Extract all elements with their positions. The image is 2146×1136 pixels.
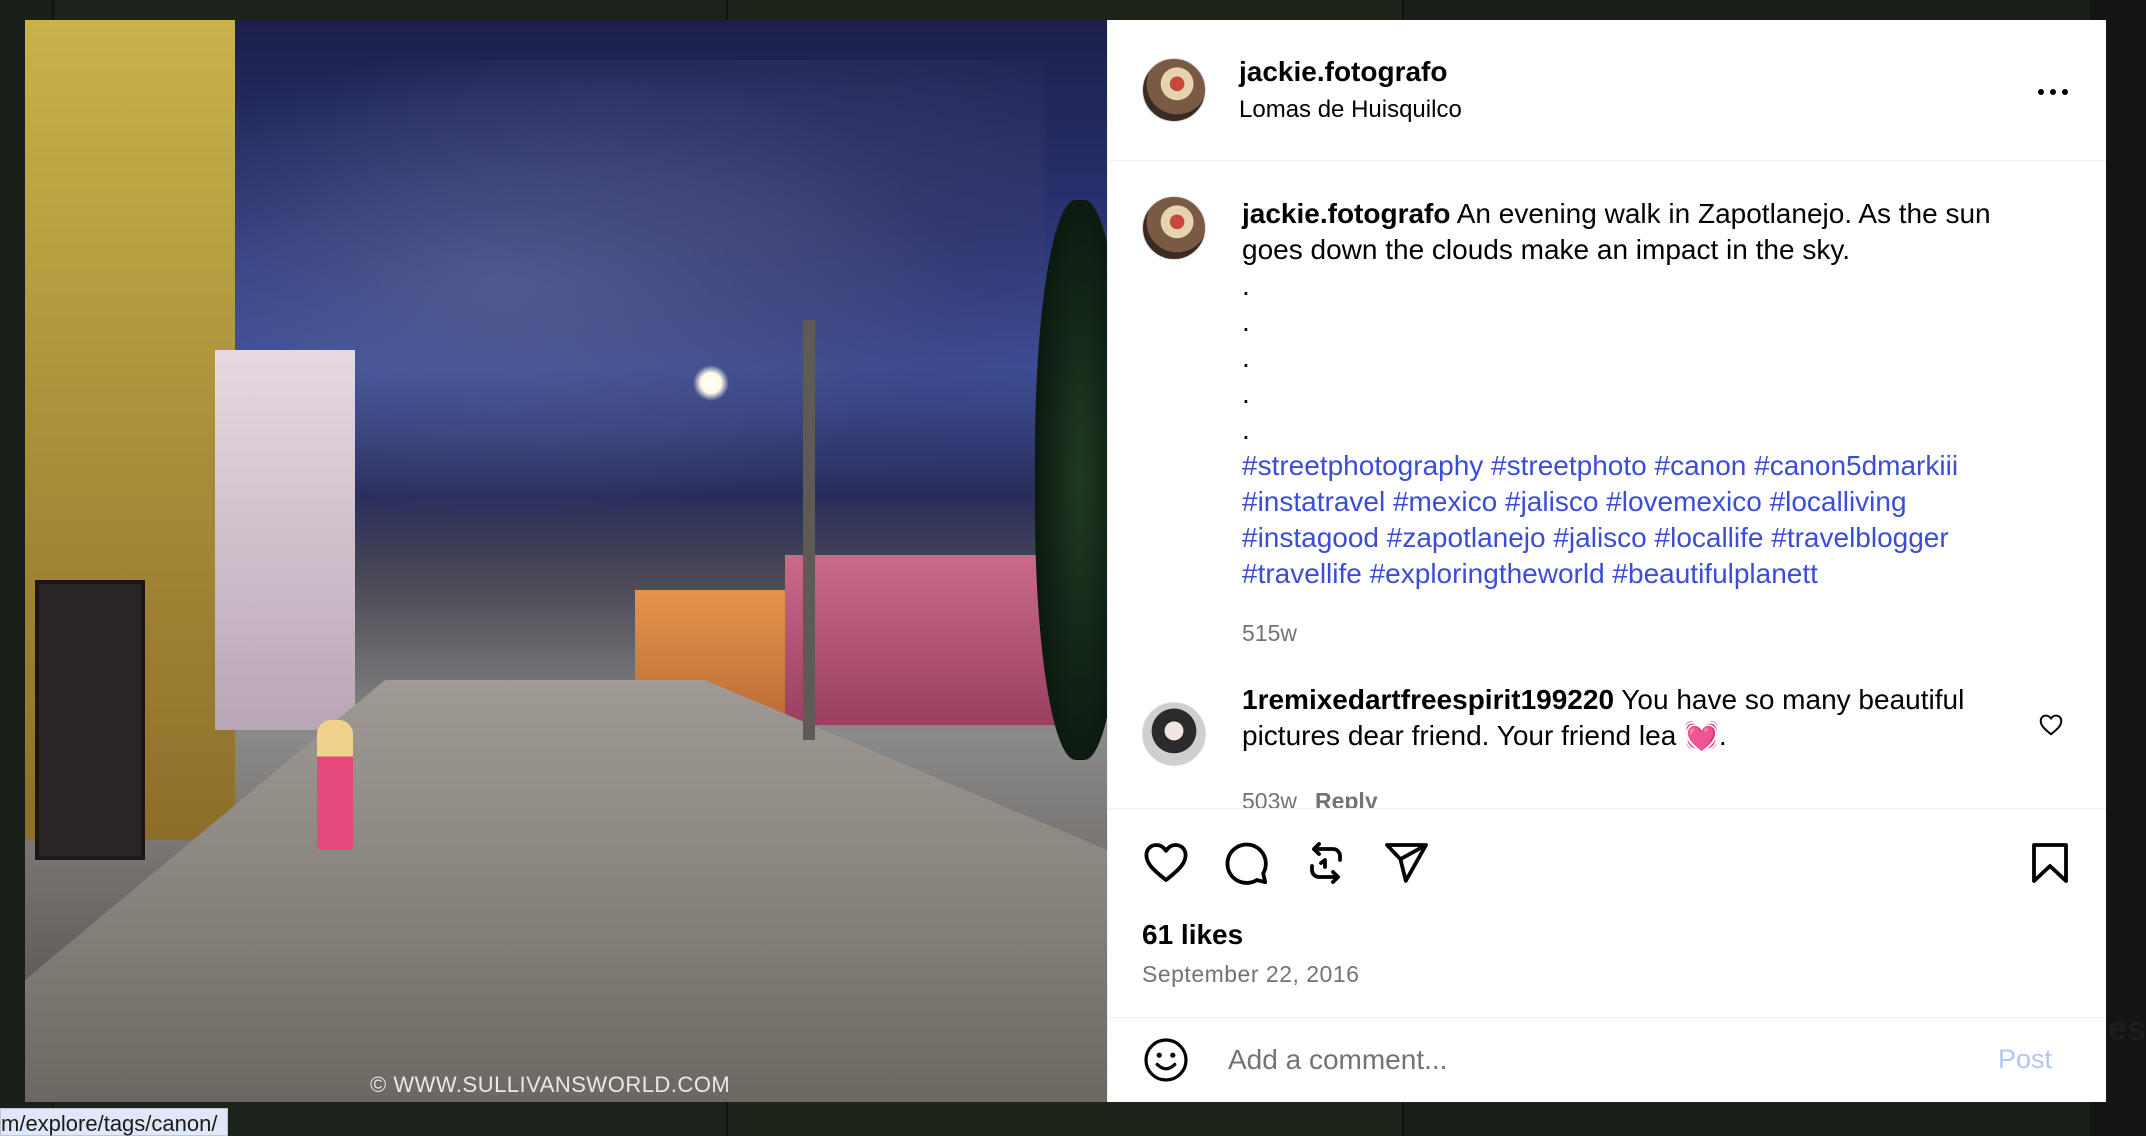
photo-street-lamp [693, 365, 729, 401]
comments-section[interactable]: jackie.fotografo An evening walk in Zapo… [1108, 162, 2106, 808]
more-options-button[interactable] [2028, 74, 2078, 110]
author-username[interactable]: jackie.fotografo [1239, 56, 1447, 88]
caption-timestamp[interactable]: 515w [1242, 620, 1297, 647]
more-icon-dot [2050, 89, 2056, 95]
photo-watermark: © WWW.SULLIVANSWORLD.COM [370, 1072, 731, 1097]
caption-dots: . . . . . [1242, 268, 2042, 448]
commenter-avatar[interactable] [1142, 702, 1206, 766]
add-comment-bar: Post [1108, 1018, 2106, 1102]
more-icon [2038, 89, 2044, 95]
likes-count[interactable]: 61 likes [1142, 919, 1243, 951]
more-icon-dot [2062, 89, 2068, 95]
reply-button[interactable]: Reply [1315, 788, 1378, 808]
photo-door [35, 580, 145, 860]
post-header: jackie.fotografo Lomas de Huisquilco [1108, 20, 2106, 161]
photo-child [317, 720, 353, 850]
caption-dot: . [1242, 342, 1250, 373]
comment-meta: 503w Reply [1242, 788, 1378, 808]
caption-dot: . [1242, 270, 1250, 301]
comment-item: 1remixedartfreespirit199220 You have so … [1242, 682, 2002, 754]
post-caption: jackie.fotografo An evening walk in Zapo… [1242, 196, 2042, 592]
caption-dot: . [1242, 414, 1250, 445]
caption-author-avatar[interactable] [1142, 196, 1206, 260]
post-modal: © WWW.SULLIVANSWORLD.COM jackie.fotograf… [25, 20, 2106, 1102]
comment-like-icon[interactable] [2038, 712, 2064, 738]
post-date[interactable]: September 22, 2016 [1142, 961, 1359, 988]
author-avatar[interactable] [1142, 58, 1206, 122]
caption-dot: . [1242, 378, 1250, 409]
post-actions: 61 likes September 22, 2016 [1108, 808, 2106, 1018]
commenter-username[interactable]: 1remixedartfreespirit199220 [1242, 684, 1614, 715]
comment-timestamp[interactable]: 503w [1242, 788, 1297, 808]
heart-icon[interactable] [1142, 839, 1190, 887]
share-icon[interactable] [1382, 839, 1430, 887]
post-comment-button[interactable]: Post [1998, 1044, 2052, 1075]
emoji-icon[interactable] [1142, 1036, 1190, 1084]
caption-hashtags[interactable]: #streetphotography #streetphoto #canon #… [1242, 448, 2042, 592]
post-photo[interactable]: © WWW.SULLIVANSWORLD.COM [25, 20, 1107, 1102]
photo-lamp-pole [803, 320, 815, 740]
post-side-panel: jackie.fotografo Lomas de Huisquilco jac… [1107, 20, 2106, 1102]
photo-tree [1035, 200, 1107, 760]
background-text-fragment: es [2108, 1010, 2146, 1048]
repost-icon[interactable] [1302, 839, 1350, 887]
caption-username[interactable]: jackie.fotografo [1242, 198, 1450, 229]
bookmark-icon[interactable] [2026, 839, 2074, 887]
photo-building-white [215, 350, 355, 730]
comment-icon[interactable] [1222, 839, 1270, 887]
browser-status-url: m/explore/tags/canon/ [0, 1108, 229, 1136]
post-location[interactable]: Lomas de Huisquilco [1239, 96, 1462, 124]
caption-dot: . [1242, 306, 1250, 337]
comment-input[interactable] [1228, 1036, 1968, 1084]
